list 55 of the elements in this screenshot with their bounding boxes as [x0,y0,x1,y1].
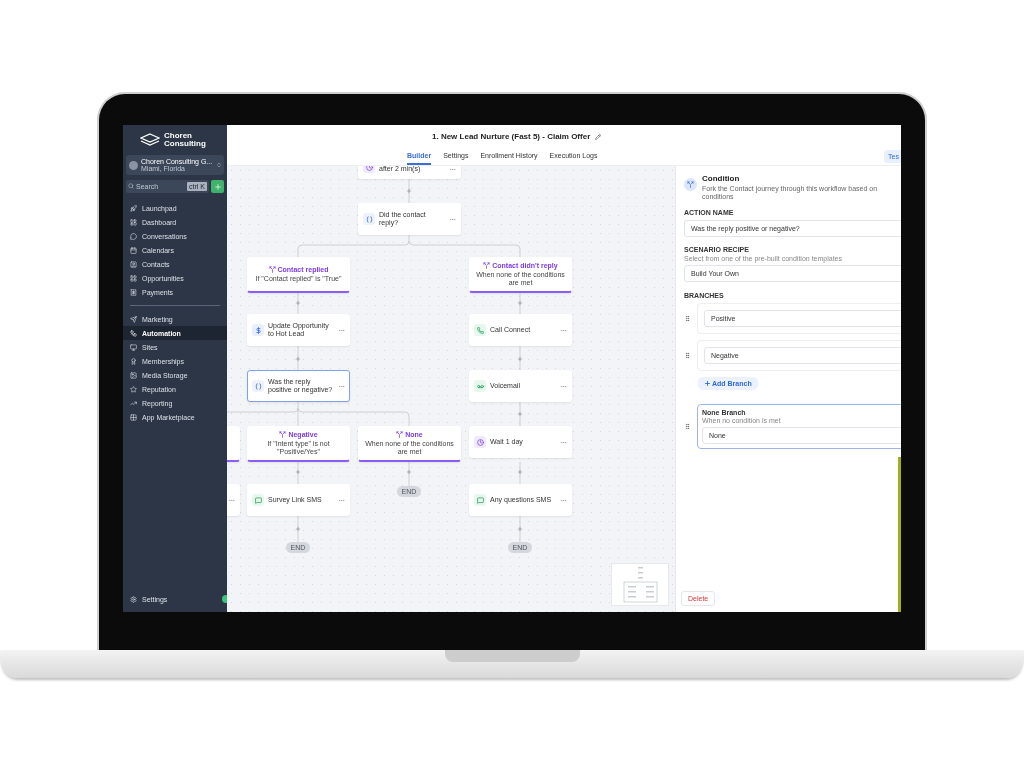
drag-handle-icon[interactable] [684,423,691,431]
monitor-icon [130,343,137,351]
send-icon [130,315,137,323]
dashboard-icon [130,218,137,226]
add-step-button[interactable] [406,469,412,475]
add-step-button[interactable] [517,356,523,362]
settings-icon [130,595,137,603]
award-icon [130,357,137,365]
add-step-button[interactable] [517,300,523,306]
add-step-button[interactable] [517,526,523,532]
image-icon [130,371,137,379]
add-step-button[interactable] [295,469,301,475]
fork-icon [279,431,287,439]
add-button[interactable] [211,180,224,193]
fork-icon [396,431,404,439]
add-step-button[interactable] [295,300,301,306]
rocket-icon [130,204,137,212]
brand-name: Choren Consulting [164,131,207,149]
dollar-icon [252,324,264,336]
minimap[interactable] [611,563,669,606]
star-icon [130,385,137,393]
edit-icon[interactable] [595,133,602,140]
fork-icon [483,262,491,270]
trend-icon [130,399,137,407]
logo-icon [140,133,160,147]
add-step-button[interactable] [295,356,301,362]
panel-title: Condition [702,174,741,183]
plus-icon [213,182,222,191]
fork-icon [684,178,697,191]
fork-icon [268,266,276,274]
drag-handle-icon[interactable] [684,315,691,323]
voicemail-icon [474,380,486,392]
calendar-icon [130,246,137,254]
chevron-icon [216,162,222,168]
contact-card-icon [130,260,137,268]
braces-icon [363,213,375,225]
apps-icon [130,413,137,421]
add-step-button[interactable] [406,188,412,194]
receipt-icon [130,288,137,296]
plus-icon [704,380,711,388]
chat-icon [130,232,137,240]
clock-icon [474,436,486,448]
braces-icon [252,380,264,392]
phone-icon [474,324,486,336]
workflow-icon [130,329,137,337]
add-step-button[interactable] [517,469,523,475]
account-avatar [129,160,138,170]
add-step-button[interactable] [517,411,523,417]
chat-icon [474,494,486,506]
search-icon [128,183,134,189]
workflow-title: 1. New Lead Nurture (Fast 5) - Claim Offer [432,132,591,141]
chat-icon [252,494,264,506]
drag-handle-icon[interactable] [684,352,691,360]
grid-icon [130,274,137,282]
add-step-button[interactable] [295,526,301,532]
